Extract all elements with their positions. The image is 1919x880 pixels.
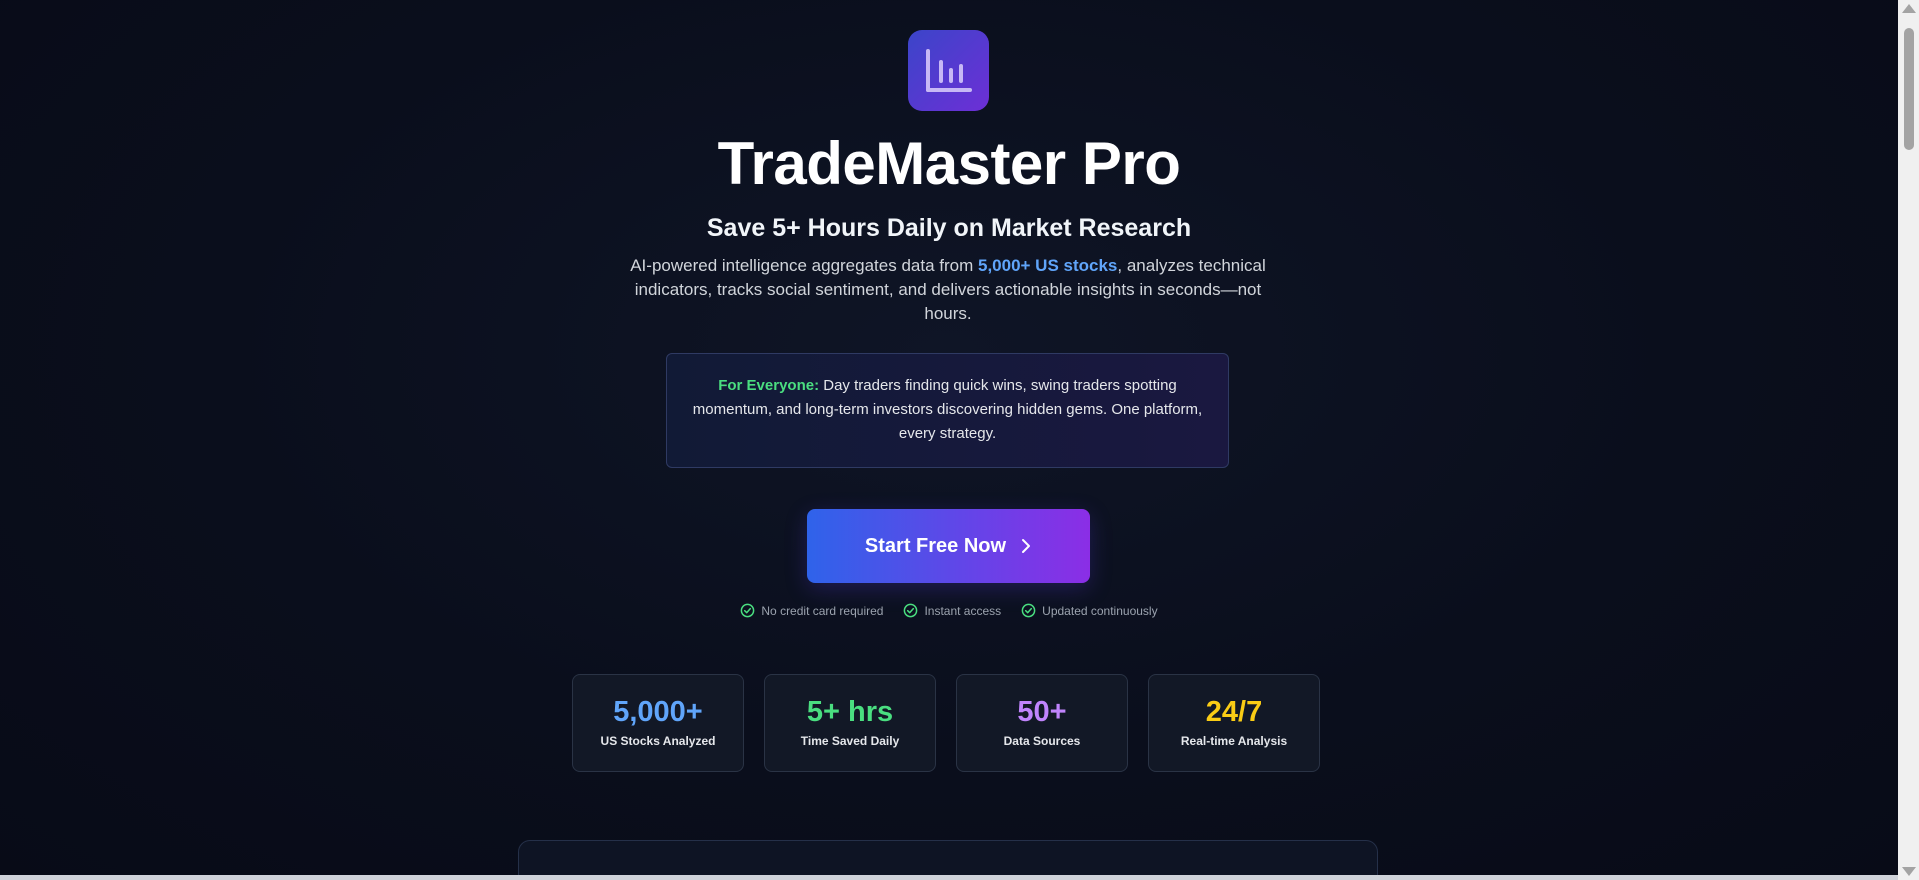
scroll-thumb[interactable]: [1904, 28, 1914, 150]
stocks-highlight: 5,000+ US stocks: [977, 256, 1118, 275]
chevron-right-icon: [1022, 539, 1031, 553]
stat-value: 24/7: [1205, 696, 1263, 728]
audience-callout: For Everyone: Day traders finding quick …: [666, 353, 1229, 468]
check-circle-icon: [741, 603, 755, 618]
trust-checklist: No credit card required Instant access U…: [0, 603, 1898, 618]
stat-value: 50+: [1017, 696, 1067, 728]
start-free-label: Start Free Now: [864, 534, 1007, 557]
scroll-down-icon[interactable]: [1902, 867, 1916, 876]
check-circle-icon: [904, 603, 918, 618]
landing-page: TradeMaster Pro Save 5+ Hours Daily on M…: [0, 0, 1898, 880]
content-panel: [518, 840, 1378, 880]
check-label: No credit card required: [761, 603, 884, 618]
stat-value: 5+ hrs: [806, 696, 894, 728]
check-label: Updated continuously: [1042, 603, 1158, 618]
stats-row: 5,000+ US Stocks Analyzed 5+ hrs Time Sa…: [572, 674, 1320, 772]
stat-card: 24/7 Real-time Analysis: [1148, 674, 1320, 772]
check-item: Updated continuously: [1021, 603, 1158, 618]
check-label: Instant access: [924, 603, 1002, 618]
hero-subtitle: Save 5+ Hours Daily on Market Research: [706, 214, 1192, 242]
page-title: TradeMaster Pro: [717, 130, 1181, 197]
scroll-up-icon[interactable]: [1902, 4, 1916, 13]
horizontal-scrollbar[interactable]: [0, 875, 1898, 880]
check-item: No credit card required: [740, 603, 883, 618]
stat-label: Real-time Analysis: [1180, 734, 1288, 748]
start-free-button[interactable]: Start Free Now: [807, 509, 1090, 583]
check-item: Instant access: [903, 603, 1001, 618]
bar-chart-icon: [908, 30, 989, 111]
stat-card: 5,000+ US Stocks Analyzed: [572, 674, 744, 772]
stat-value: 5,000+: [613, 696, 703, 728]
stat-label: US Stocks Analyzed: [600, 734, 716, 748]
hero-description: AI-powered intelligence aggregates data …: [630, 254, 1266, 326]
stat-label: Data Sources: [1003, 734, 1081, 748]
callout-lead: For Everyone:: [718, 377, 820, 394]
vertical-scrollbar[interactable]: [1898, 0, 1919, 880]
stat-card: 5+ hrs Time Saved Daily: [764, 674, 936, 772]
hero-description-text: AI-powered intelligence aggregates data …: [630, 256, 978, 275]
stat-card: 50+ Data Sources: [956, 674, 1128, 772]
stat-label: Time Saved Daily: [800, 734, 900, 748]
check-circle-icon: [1021, 603, 1036, 618]
